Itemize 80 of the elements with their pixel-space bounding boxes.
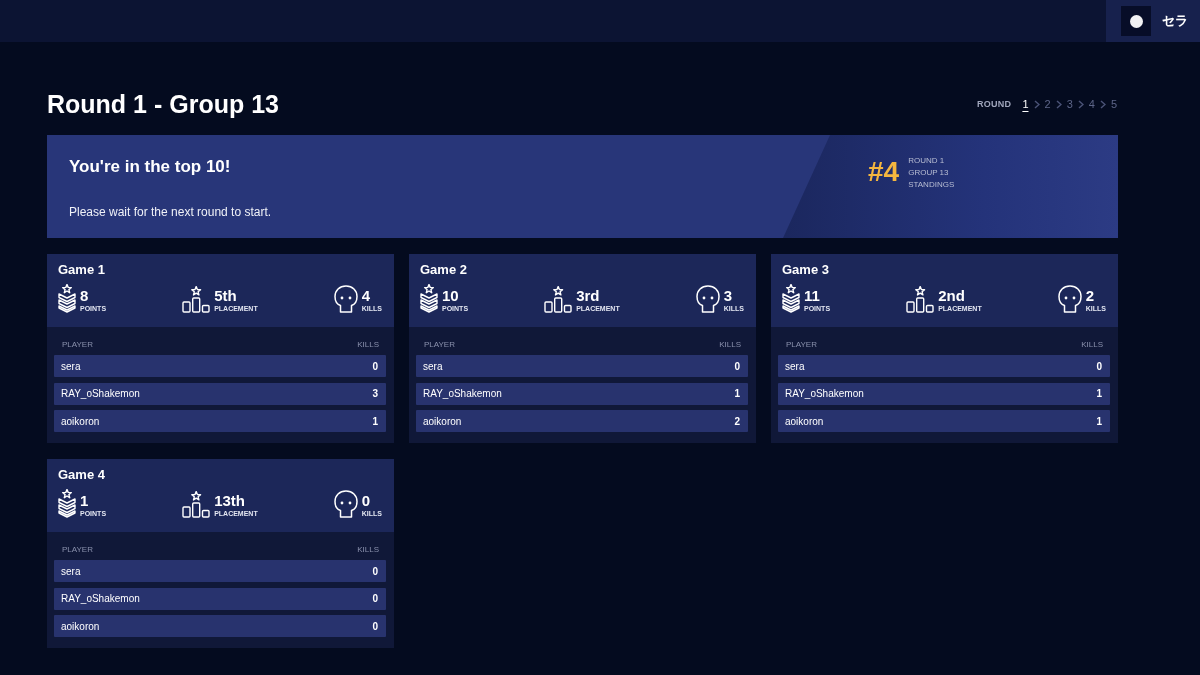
kill-count: 0 [372,593,378,604]
stat-value: 2nd [938,288,966,304]
chevron-star-icon [58,489,76,518]
game-title: Game 2 [420,262,468,278]
stat-value: 10 [442,288,460,304]
skull-icon [333,490,358,518]
chevron-icon [1099,99,1106,109]
column-header: KILLS [1081,340,1103,350]
round-link[interactable]: 4 [1087,98,1096,110]
game-title: Game 4 [58,467,106,483]
chevron-icon [1055,99,1062,109]
round-label: ROUND [976,99,1012,109]
column-header: KILLS [357,340,379,350]
column-header: PLAYER [786,340,817,350]
kill-count: 0 [372,565,378,577]
stat-value: 3 [723,288,734,304]
skull-icon [1057,285,1082,313]
stat-value: 0 [361,493,372,509]
user-menu[interactable]: セラ [1106,0,1200,42]
stat-value: 8 [80,288,90,304]
podium-icon [544,286,573,313]
stat-value: 3rd [576,288,601,304]
chevron-star-icon [58,284,76,313]
stat-value: 5th [214,288,238,304]
banner-message: Please wait for the next round to start. [69,205,273,219]
player-name: sera [785,360,805,372]
kill-count: 3 [372,388,378,399]
round-link[interactable]: 2 [1043,98,1052,110]
stat-value: 4 [361,288,372,304]
column-header: PLAYER [62,545,93,555]
podium-icon [906,286,935,313]
player-name: sera [423,360,443,372]
round-link[interactable]: 3 [1065,98,1074,110]
banner-title: You're in the top 10! [69,157,232,177]
page-title: Round 1 - Group 13 [47,89,279,119]
kill-count: 0 [372,360,378,372]
kill-count: 1 [1096,388,1102,399]
player-name: aoikoron [61,415,100,427]
kill-count: 2 [734,415,740,427]
stat-value: 13th [214,493,246,509]
stat-value: 11 [804,288,821,304]
standings-caption: ROUND 1 [908,155,946,167]
standings-caption: GROUP 13 [908,167,950,179]
player-name: RAY_oShakemon [61,388,140,399]
player-name: RAY_oShakemon [423,388,502,399]
column-header: KILLS [719,340,741,350]
player-name: aoikoron [61,620,100,632]
standings-caption: STANDINGS [908,179,955,191]
kill-count: 1 [372,415,378,427]
player-name: sera [61,360,81,372]
round-link[interactable]: 1 [1021,98,1030,110]
player-name: RAY_oShakemon [61,593,140,604]
round-link[interactable]: 5 [1109,98,1118,110]
avatar-icon [1121,6,1151,36]
kill-count: 1 [1096,415,1102,427]
skull-icon [333,285,358,313]
column-header: KILLS [357,545,379,555]
chevron-star-icon [782,284,800,313]
stat-value: 2 [1085,288,1096,304]
game-title: Game 1 [58,262,106,278]
kill-count: 1 [734,388,740,399]
kill-count: 0 [372,620,378,632]
player-name: aoikoron [785,415,824,427]
kill-count: 0 [734,360,740,372]
chevron-icon [1033,99,1040,109]
player-name: RAY_oShakemon [785,388,864,399]
skull-icon [695,285,720,313]
podium-icon [182,491,211,518]
user-name: セラ [1162,12,1188,30]
chevron-star-icon [420,284,438,313]
player-name: aoikoron [423,415,462,427]
column-header: PLAYER [424,340,455,350]
rank-number: #4 [868,155,900,189]
kill-count: 0 [1096,360,1102,372]
player-name: sera [61,565,81,577]
stat-value: 1 [80,493,90,509]
column-header: PLAYER [62,340,93,350]
podium-icon [182,286,211,313]
game-title: Game 3 [782,262,830,278]
chevron-icon [1077,99,1084,109]
